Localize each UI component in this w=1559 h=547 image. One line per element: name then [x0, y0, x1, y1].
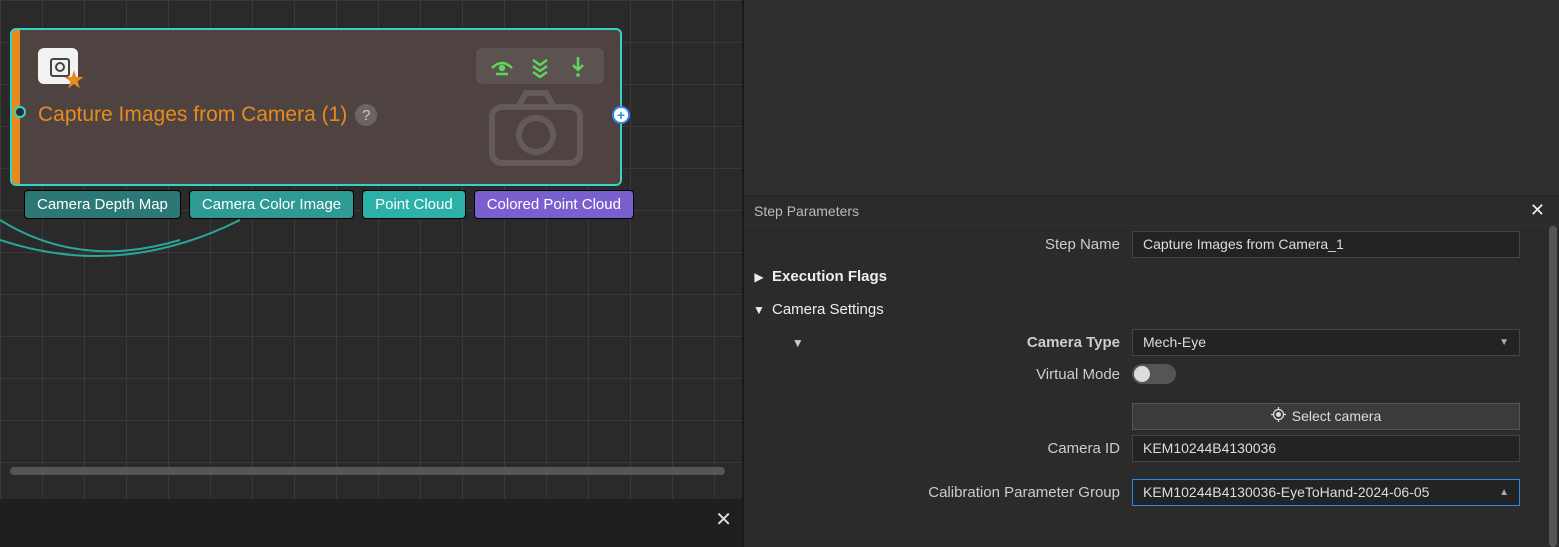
- output-tag-colored-point-cloud[interactable]: Colored Point Cloud: [474, 190, 634, 219]
- camera-type-value: Mech-Eye: [1143, 334, 1206, 350]
- parameters-header: Step Parameters ✕: [744, 196, 1559, 226]
- chevron-down-icon[interactable]: ▼: [770, 336, 792, 350]
- camera-id-label: Camera ID: [744, 440, 1132, 457]
- preview-area: [744, 0, 1559, 196]
- camera-id-input[interactable]: [1132, 435, 1520, 462]
- add-output-port[interactable]: +: [612, 106, 630, 124]
- row-camera-id: Camera ID: [744, 432, 1545, 464]
- camera-settings-label: Camera Settings: [772, 301, 884, 318]
- vertical-scrollbar[interactable]: [1547, 226, 1559, 547]
- horizontal-scrollbar[interactable]: [10, 465, 732, 477]
- step-name-input[interactable]: [1132, 231, 1520, 258]
- caret-down-icon: ▼: [1499, 337, 1509, 348]
- virtual-mode-label: Virtual Mode: [744, 366, 1132, 383]
- step-name-label: Step Name: [744, 236, 1132, 253]
- output-tag-point-cloud[interactable]: Point Cloud: [362, 190, 466, 219]
- camera-type-combo[interactable]: Mech-Eye ▼: [1132, 329, 1520, 356]
- caret-up-icon: ▲: [1499, 487, 1509, 498]
- select-camera-button[interactable]: Select camera: [1132, 403, 1520, 430]
- calibration-group-label: Calibration Parameter Group: [744, 484, 1132, 501]
- help-icon[interactable]: ?: [355, 104, 377, 126]
- download-stack-icon[interactable]: [528, 54, 552, 78]
- calibration-group-combo[interactable]: KEM10244B4130036-EyeToHand-2024-06-05 ▲: [1132, 479, 1520, 506]
- node-canvas[interactable]: + Capture Images from Camera (1): [0, 0, 744, 547]
- parameters-body: Step Name ▶ Execution Flags ▼ Camera Set…: [744, 226, 1545, 547]
- execution-flags-label: Execution Flags: [772, 268, 887, 285]
- virtual-mode-toggle[interactable]: [1132, 364, 1176, 384]
- camera-watermark-icon: [486, 85, 586, 174]
- bottom-drawer: ✕: [0, 499, 742, 547]
- parameters-title: Step Parameters: [754, 203, 859, 219]
- select-camera-label: Select camera: [1292, 408, 1381, 424]
- output-tag-color-image[interactable]: Camera Color Image: [189, 190, 354, 219]
- row-virtual-mode: Virtual Mode: [744, 358, 1545, 390]
- preview-icon[interactable]: [490, 54, 514, 78]
- input-port[interactable]: [14, 106, 26, 118]
- section-execution-flags[interactable]: ▶ Execution Flags: [744, 260, 1545, 293]
- row-select-camera: Select camera: [744, 400, 1545, 432]
- star-badge-icon: [64, 70, 84, 90]
- chevron-down-icon: ▼: [750, 303, 768, 317]
- close-icon[interactable]: ✕: [711, 503, 736, 536]
- row-calibration-group: Calibration Parameter Group KEM10244B413…: [744, 476, 1545, 508]
- target-icon: [1271, 407, 1286, 425]
- chevron-right-icon: ▶: [750, 270, 768, 284]
- row-step-name: Step Name: [744, 228, 1545, 260]
- calibration-group-value: KEM10244B4130036-EyeToHand-2024-06-05: [1143, 484, 1429, 500]
- node-output-tags: Camera Depth Map Camera Color Image Poin…: [24, 190, 634, 219]
- download-icon[interactable]: [566, 54, 590, 78]
- camera-type-label: Camera Type: [800, 334, 1120, 351]
- parameters-panel: Step Parameters ✕ Step Name ▶ Execution …: [744, 0, 1559, 547]
- node-title: Capture Images from Camera (1): [38, 103, 347, 127]
- row-camera-type: ▼ Camera Type Mech-Eye ▼: [744, 326, 1545, 358]
- camera-icon: [38, 48, 78, 84]
- close-icon[interactable]: ✕: [1526, 200, 1549, 221]
- output-tag-depth-map[interactable]: Camera Depth Map: [24, 190, 181, 219]
- node-capture-images[interactable]: + Capture Images from Camera (1): [10, 28, 622, 186]
- section-camera-settings[interactable]: ▼ Camera Settings: [744, 293, 1545, 326]
- node-action-bar: [476, 48, 604, 84]
